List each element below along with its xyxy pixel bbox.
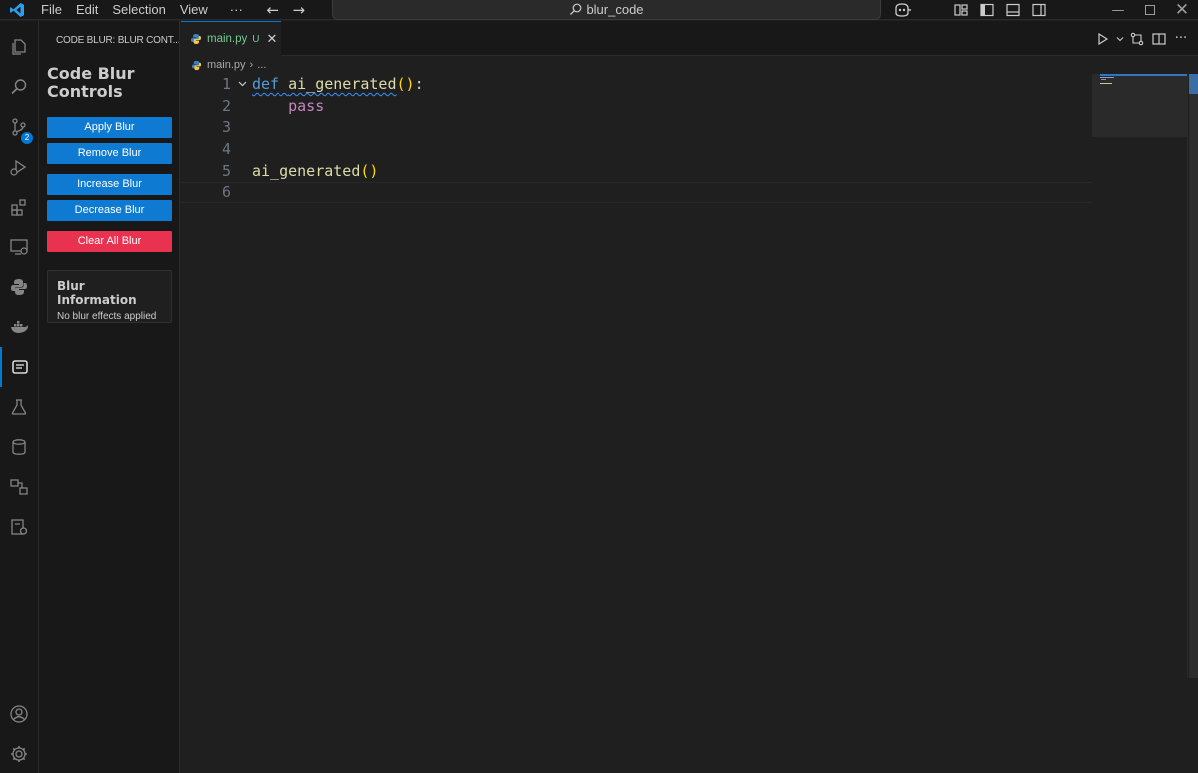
editor-tab-bar: main.py U ✕ ··· (181, 21, 1198, 56)
gear-icon[interactable] (0, 734, 38, 773)
vscode-logo-icon[interactable] (0, 0, 34, 20)
line-number: 2 (221, 97, 231, 115)
back-arrow-icon[interactable]: ← (260, 1, 286, 19)
parens: () (396, 75, 415, 93)
code-editor[interactable]: 1 def ai_generated(): 2 pass 3 4 5 ai_ge… (181, 74, 1092, 773)
toggle-secondary-sidebar-icon[interactable] (1026, 0, 1052, 20)
line-number: 5 (221, 162, 231, 180)
vertical-scrollbar[interactable] (1187, 74, 1198, 678)
function-name: ai_generated (288, 75, 397, 93)
testing-icon[interactable] (0, 387, 38, 427)
scrollbar-thumb[interactable] (1189, 74, 1198, 678)
decrease-blur-button[interactable]: Decrease Blur (47, 200, 172, 221)
database-icon[interactable] (0, 427, 38, 467)
search-text: blur_code (586, 2, 644, 17)
source-control-icon[interactable]: 2 (0, 107, 38, 147)
apply-blur-button[interactable]: Apply Blur (47, 117, 172, 138)
sidebar-header: CODE BLUR: BLUR CONT... (56, 35, 179, 46)
editor-actions: ··· (1092, 21, 1192, 56)
code-blur-icon[interactable] (0, 347, 38, 387)
clear-all-blur-button[interactable]: Clear All Blur (47, 231, 172, 252)
accounts-icon[interactable] (0, 694, 38, 734)
forward-arrow-icon[interactable]: → (286, 1, 312, 19)
extensions-icon[interactable] (0, 187, 38, 227)
more-actions-icon[interactable]: ··· (1170, 28, 1192, 50)
panel-title: Code Blur Controls (47, 64, 135, 101)
source-control-badge: 2 (21, 132, 33, 144)
run-debug-icon[interactable] (0, 147, 38, 187)
title-right-controls: — ✕ (886, 0, 1198, 20)
split-editor-icon[interactable] (1148, 28, 1170, 50)
keyword-def: def (252, 75, 280, 93)
search-icon (570, 3, 582, 15)
minimap-code-preview (1100, 77, 1114, 84)
code-line: 3 (181, 117, 1092, 138)
remote-settings-icon[interactable] (0, 507, 38, 547)
menu-more[interactable]: ··· (223, 0, 250, 20)
menu-view[interactable]: View (173, 0, 215, 20)
customize-layout-icon[interactable] (948, 0, 974, 20)
line-number: 6 (221, 183, 231, 201)
explorer-icon[interactable] (0, 27, 38, 67)
search-view-icon[interactable] (0, 67, 38, 107)
menu-selection[interactable]: Selection (105, 0, 172, 20)
breadcrumb-chevron-icon: › (249, 59, 254, 71)
code-text: pass (252, 96, 324, 117)
close-icon[interactable]: ✕ (1166, 0, 1198, 20)
code-line: 1 def ai_generated(): (181, 74, 1092, 95)
minimap[interactable] (1092, 74, 1187, 137)
code-line-current: 6 (181, 182, 1092, 203)
line-number: 4 (221, 140, 231, 158)
activity-bar: 2 (0, 21, 39, 773)
menu-file[interactable]: File (34, 0, 69, 20)
keyword-pass: pass (288, 97, 325, 115)
copilot-icon[interactable] (886, 0, 918, 20)
tab-close-icon[interactable]: ✕ (267, 32, 278, 47)
open-changes-icon[interactable] (1126, 28, 1148, 50)
function-call-name: ai_generated (252, 162, 361, 180)
code-line: 2 pass (181, 96, 1092, 117)
code-text: def ai_generated(): (252, 74, 424, 95)
command-center-search[interactable]: blur_code (332, 0, 881, 20)
title-bar: File Edit Selection View ··· ← → blur_co… (0, 0, 1198, 20)
code-line: 5 ai_generated() (181, 161, 1092, 182)
menu-edit[interactable]: Edit (69, 0, 105, 20)
tab-main-py[interactable]: main.py U ✕ (181, 21, 281, 56)
breadcrumb-more[interactable]: ... (257, 59, 266, 71)
docker-icon[interactable] (0, 307, 38, 347)
tab-untracked-status: U (252, 33, 260, 45)
python-file-icon (191, 60, 202, 70)
scrollbar-marker (1189, 74, 1198, 94)
breadcrumb-file[interactable]: main.py (207, 59, 246, 71)
blur-info-text: No blur effects applied (57, 311, 157, 322)
parens: () (360, 162, 379, 180)
line-number: 3 (221, 118, 231, 136)
python-file-icon (191, 34, 201, 44)
breadcrumb: main.py › ... (181, 56, 266, 74)
toggle-primary-sidebar-icon[interactable] (974, 0, 1000, 20)
line-number: 1 (221, 75, 231, 93)
increase-blur-button[interactable]: Increase Blur (47, 174, 172, 195)
code-text: ai_generated() (252, 161, 378, 182)
run-python-icon[interactable] (1092, 28, 1114, 50)
colon: : (414, 75, 424, 93)
run-dropdown-chevron-icon[interactable] (1114, 28, 1126, 50)
maximize-icon[interactable] (1134, 0, 1166, 20)
remove-blur-button[interactable]: Remove Blur (47, 143, 172, 164)
sidebar-code-blur: CODE BLUR: BLUR CONT... Code Blur Contro… (39, 21, 180, 773)
code-line: 4 (181, 139, 1092, 160)
toggle-panel-icon[interactable] (1000, 0, 1026, 20)
blur-info-title: Blur Information (57, 279, 137, 307)
minimize-icon[interactable]: — (1102, 0, 1134, 20)
python-icon[interactable] (0, 267, 38, 307)
blur-info-box: Blur Information No blur effects applied (47, 270, 172, 323)
tab-label: main.py (207, 33, 248, 45)
connections-icon[interactable] (0, 467, 38, 507)
remote-explorer-icon[interactable] (0, 227, 38, 267)
